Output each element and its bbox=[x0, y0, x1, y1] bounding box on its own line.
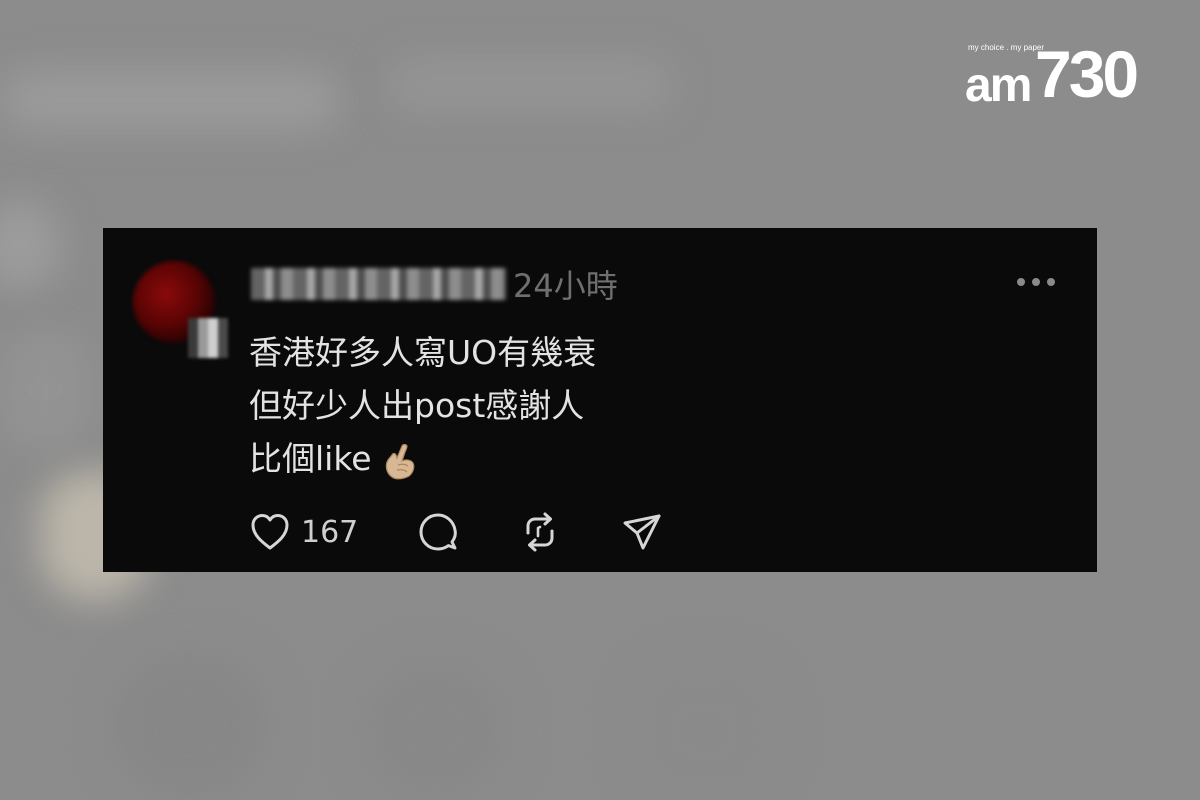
finger-heart-emoji bbox=[378, 439, 422, 483]
am730-watermark-logo: my choice . my paper am 730 bbox=[965, 37, 1155, 112]
screenshot-stage: my choice . my paper am 730 24小時 香港好多人寫U… bbox=[0, 0, 1200, 800]
blurred-background-shape bbox=[390, 60, 670, 110]
blurred-background-shape bbox=[0, 70, 340, 130]
like-count: 167 bbox=[301, 514, 359, 550]
pixelated-badge bbox=[188, 318, 228, 358]
share-icon bbox=[621, 511, 663, 553]
post-actions-bar: 167 bbox=[249, 508, 949, 556]
blurred-background-shape bbox=[630, 660, 780, 800]
more-options-icon[interactable] bbox=[1017, 272, 1061, 292]
post-timestamp: 24小時 bbox=[513, 267, 618, 305]
share-button[interactable] bbox=[621, 508, 663, 556]
blurred-background-shape bbox=[110, 650, 270, 800]
post-line-text: 比個like bbox=[249, 439, 372, 478]
heart-icon bbox=[249, 512, 291, 552]
repost-button[interactable] bbox=[519, 508, 561, 556]
threads-post-card: 24小時 香港好多人寫UO有幾衰 但好少人出post感謝人 比個like 167 bbox=[103, 228, 1097, 572]
blurred-background-shape bbox=[0, 330, 90, 450]
logo-brand-prefix: am bbox=[965, 59, 1032, 112]
logo-tagline: my choice . my paper bbox=[968, 43, 1045, 52]
like-button[interactable]: 167 bbox=[249, 508, 358, 556]
blurred-background-shape bbox=[0, 200, 60, 290]
post-body: 香港好多人寫UO有幾衰 但好少人出post感謝人 比個like bbox=[249, 326, 949, 485]
post-line: 但好少人出post感謝人 bbox=[249, 386, 585, 425]
comment-button[interactable] bbox=[417, 508, 459, 556]
post-line-with-emoji: 比個like bbox=[249, 432, 949, 485]
blurred-background-shape bbox=[360, 660, 510, 800]
comment-icon bbox=[417, 511, 459, 553]
repost-icon bbox=[519, 511, 561, 553]
pixelated-username[interactable] bbox=[251, 268, 506, 300]
logo-brand-number: 730 bbox=[1035, 37, 1139, 111]
post-line: 香港好多人寫UO有幾衰 bbox=[249, 333, 597, 372]
